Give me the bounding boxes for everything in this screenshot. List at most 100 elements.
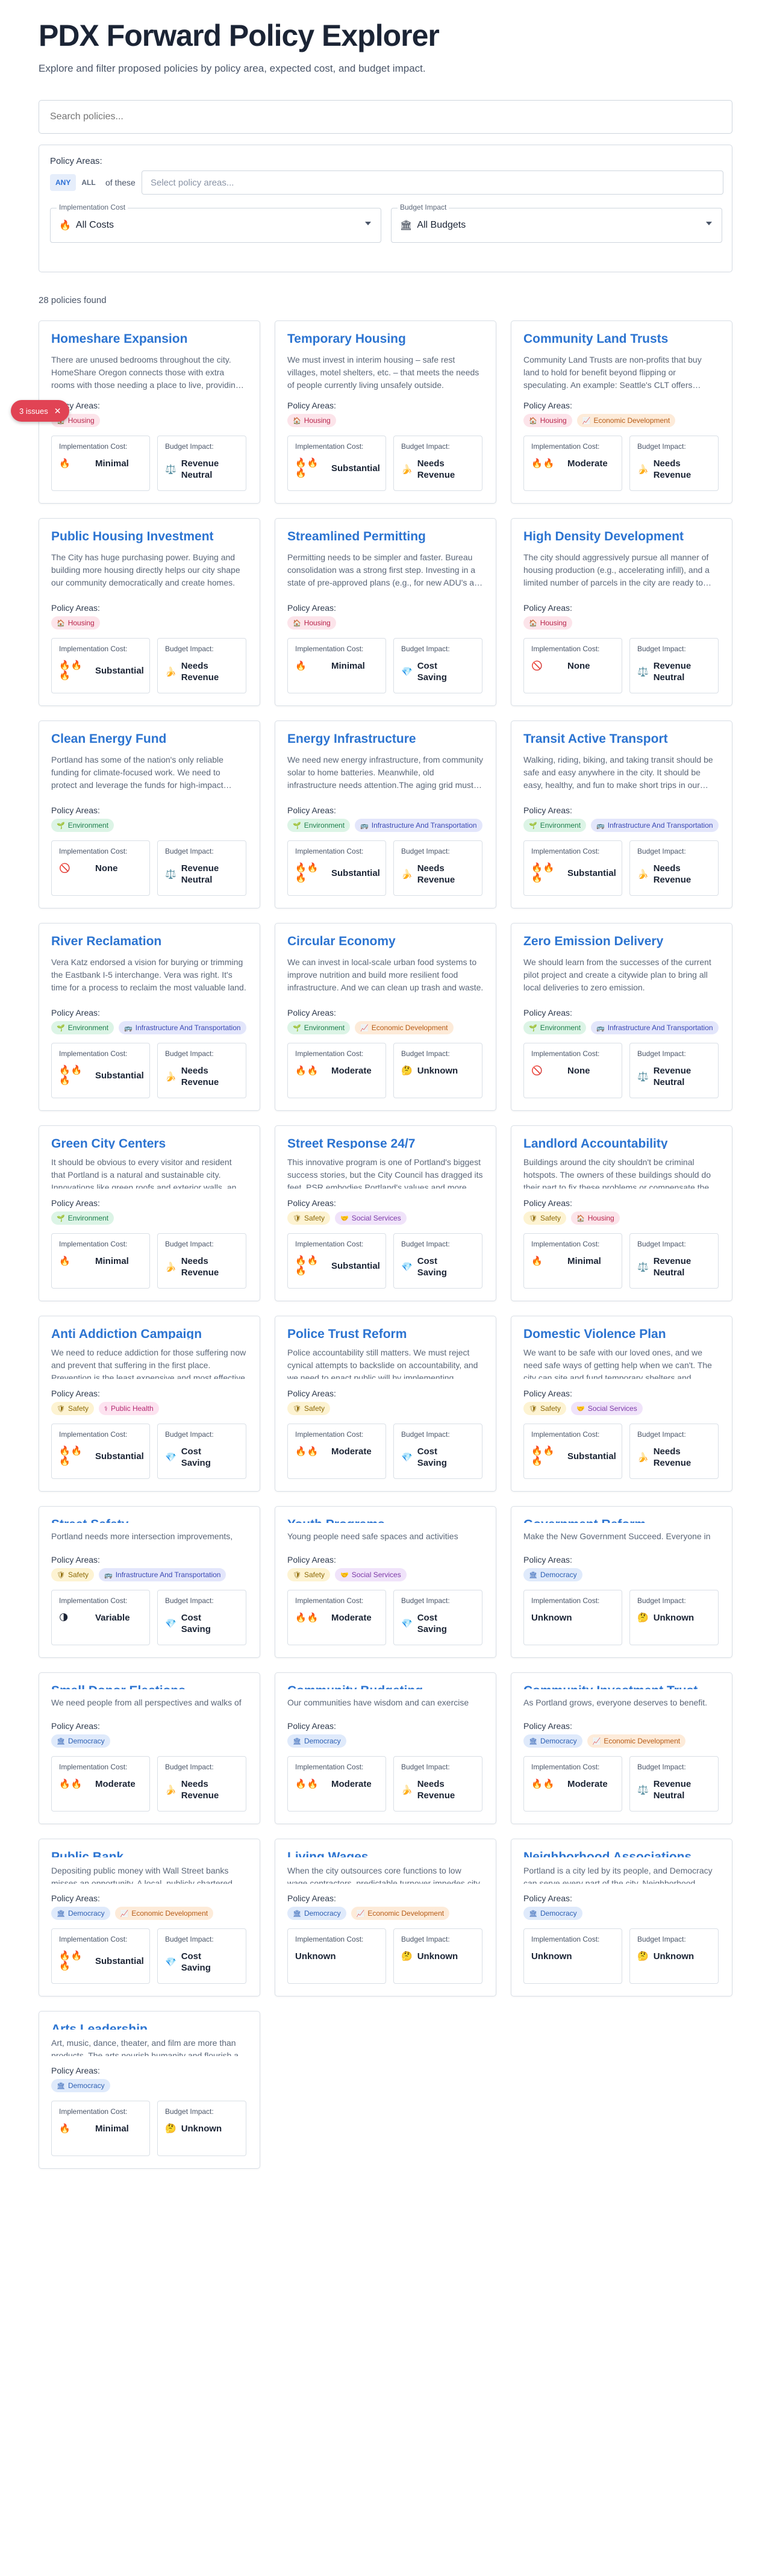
issues-toast[interactable]: 3 issues ✕ [11, 400, 70, 422]
policy-card[interactable]: Government Reform Make the New Government… [511, 1506, 732, 1658]
policy-card[interactable]: Small Donor Elections We need people from… [39, 1672, 260, 1824]
budget-impact-box: Budget Impact: 🍌 Needs Revenue [393, 436, 482, 491]
policy-card[interactable]: Circular Economy We can invest in local-s… [275, 923, 496, 1111]
policy-title[interactable]: Zero Emission Delivery [523, 934, 720, 949]
policy-card[interactable]: Public Bank Depositing public money with … [39, 1839, 260, 1996]
policy-title[interactable]: Circular Economy [287, 934, 484, 949]
policy-title[interactable]: Homeshare Expansion [51, 332, 248, 346]
policy-card[interactable]: Public Housing Investment The City has hu… [39, 518, 260, 706]
policy-card[interactable]: Police Trust Reform Police accountability… [275, 1316, 496, 1492]
cost-select[interactable]: Implementation Cost 🔥 All Costs [50, 203, 381, 243]
policy-title[interactable]: Temporary Housing [287, 332, 484, 346]
policy-card[interactable]: Anti Addiction Campaign We need to reduce… [39, 1316, 260, 1492]
policy-description: Community Land Trusts are non-profits th… [523, 354, 702, 390]
policy-title[interactable]: Landlord Accountability [523, 1137, 720, 1149]
policy-title[interactable]: Public Bank [51, 1850, 248, 1857]
policy-title[interactable]: Community Investment Trust [523, 1684, 720, 1689]
policy-title[interactable]: Energy Infrastructure [287, 732, 484, 746]
policy-title[interactable]: Arts Leadership [51, 2022, 248, 2030]
budget-select[interactable]: Budget Impact 🏛 All Budgets [391, 203, 722, 243]
budget-impact-box: Budget Impact: 💎 Cost Saving [393, 1590, 482, 1645]
policy-area-tag: 🏛 Democracy [51, 1734, 110, 1748]
implementation-cost-label: Implementation Cost: [59, 2107, 128, 2116]
budget-impact-box: Budget Impact: 🍌 Needs Revenue [629, 1424, 719, 1479]
flame-icon: 🔥🔥 [59, 1779, 83, 1789]
policy-card[interactable]: Youth Programs Young people need safe spa… [275, 1506, 496, 1658]
policy-title[interactable]: River Reclamation [51, 934, 248, 949]
policy-areas-label: Policy Areas: [287, 805, 336, 815]
all-toggle[interactable]: ALL [76, 174, 101, 191]
policy-title[interactable]: Green City Centers [51, 1137, 248, 1149]
policy-title[interactable]: Living Wages [287, 1850, 484, 1857]
policy-title[interactable]: Clean Energy Fund [51, 732, 248, 746]
policy-area-tag: 🏛 Democracy [523, 1568, 582, 1581]
policy-area-tag: 📈 Economic Development [114, 1907, 214, 1920]
any-toggle[interactable]: ANY [50, 174, 76, 191]
budget-impact-icon: ⚖️ [637, 1261, 649, 1272]
filter-panel: Policy Areas: ANY ALL of these Select po… [39, 145, 732, 272]
policy-card[interactable]: Energy Infrastructure We need new energy … [275, 721, 496, 908]
policy-title[interactable]: Community Budgeting [287, 1684, 484, 1689]
policy-card[interactable]: High Density Development The city should … [511, 518, 732, 706]
policy-title[interactable]: Government Reform [523, 1518, 720, 1523]
policy-area-tag: ⚕ Public Health [99, 1402, 159, 1415]
policy-title[interactable]: High Density Development [523, 530, 720, 544]
policy-card[interactable]: Temporary Housing We must invest in inter… [275, 320, 496, 504]
policy-card[interactable]: River Reclamation Vera Katz endorsed a vi… [39, 923, 260, 1111]
policy-title[interactable]: Public Housing Investment [51, 530, 248, 544]
issues-toast-label: 3 issues [19, 406, 48, 416]
policy-title[interactable]: Community Land Trusts [523, 332, 720, 346]
policy-card[interactable]: Zero Emission Delivery We should learn fr… [511, 923, 732, 1111]
policy-card[interactable]: Neighborhood Associations Portland is a c… [511, 1839, 732, 1996]
policy-title[interactable]: Police Trust Reform [287, 1327, 484, 1339]
search-input[interactable] [39, 100, 732, 134]
policy-card[interactable]: Community Land Trusts Community Land Trus… [511, 320, 732, 504]
policy-area-icon: 🏛 [293, 1910, 301, 1918]
policy-title[interactable]: Street Response 24/7 [287, 1137, 484, 1149]
implementation-cost-label: Implementation Cost: [295, 1240, 364, 1248]
close-icon[interactable]: ✕ [54, 406, 61, 416]
policy-title[interactable]: Anti Addiction Campaign [51, 1327, 248, 1339]
policy-card[interactable]: Streamlined Permitting Permitting needs t… [275, 518, 496, 706]
policy-title[interactable]: Youth Programs [287, 1518, 484, 1523]
policy-card[interactable]: Green City Centers It should be obvious t… [39, 1125, 260, 1301]
policy-description: We need new energy infrastructure, from … [287, 755, 483, 790]
policy-card[interactable]: Street Response 24/7 This innovative prog… [275, 1125, 496, 1301]
policy-card[interactable]: Community Investment Trust As Portland gr… [511, 1672, 732, 1824]
policy-title[interactable]: Street Safety [51, 1518, 248, 1523]
policy-title[interactable]: Streamlined Permitting [287, 530, 484, 544]
policy-description: When the city outsources core functions … [287, 1866, 480, 1884]
policy-area-tag: 🚌 Infrastructure And Transportation [591, 819, 719, 832]
policy-area-tags: 🌱 Environment 🚌 Infrastructure And Transpor… [523, 819, 720, 832]
policy-area-icon: 📈 [356, 1910, 365, 1918]
budget-impact-value: Needs Revenue [417, 863, 455, 885]
policy-areas-select[interactable]: Select policy areas... [142, 170, 723, 195]
policy-card[interactable]: Transit Active Transport Walking, riding,… [511, 721, 732, 908]
policy-card[interactable]: Landlord Accountability Buildings around … [511, 1125, 732, 1301]
flame-icon: 🔥 [59, 458, 71, 469]
policy-card[interactable]: Community Budgeting Our communities have … [275, 1672, 496, 1824]
policy-description: It should be obvious to every visitor an… [51, 1157, 242, 1189]
policy-card[interactable]: Domestic Violence Plan We want to be safe… [511, 1316, 732, 1492]
policy-area-tags: 🏛 Democracy [51, 1734, 248, 1748]
match-mode-toggle: ANY ALL [50, 174, 101, 191]
policy-area-tags: 🛡 Safety [287, 1402, 484, 1415]
results-count: 28 policies found [39, 295, 107, 305]
implementation-cost-box: Implementation Cost: 🌗 Variable [51, 1590, 150, 1645]
policy-card[interactable]: Street Safety Portland needs more interse… [39, 1506, 260, 1658]
implementation-cost-label: Implementation Cost: [59, 645, 128, 653]
policy-area-tag: 🏠Housing [287, 616, 336, 630]
implementation-cost-box: Implementation Cost: 🔥🔥🔥 Substantial [287, 436, 386, 491]
policy-card[interactable]: Living Wages When the city outsources cor… [275, 1839, 496, 1996]
policy-title[interactable]: Small Donor Elections [51, 1684, 248, 1689]
policy-card[interactable]: Clean Energy Fund Portland has some of th… [39, 721, 260, 908]
policy-title[interactable]: Neighborhood Associations [523, 1850, 720, 1857]
policy-title[interactable]: Domestic Violence Plan [523, 1327, 720, 1339]
policy-title[interactable]: Transit Active Transport [523, 732, 720, 746]
policy-areas-label: Policy Areas: [51, 1721, 100, 1731]
policy-areas-label: Policy Areas: [287, 1721, 336, 1731]
policy-card[interactable]: Homeshare Expansion There are unused bedr… [39, 320, 260, 504]
budget-impact-box: Budget Impact: 🍌 Needs Revenue [157, 1043, 246, 1098]
policy-card[interactable]: Arts Leadership Art, music, dance, theate… [39, 2011, 260, 2169]
implementation-cost-value: Minimal [331, 661, 365, 671]
